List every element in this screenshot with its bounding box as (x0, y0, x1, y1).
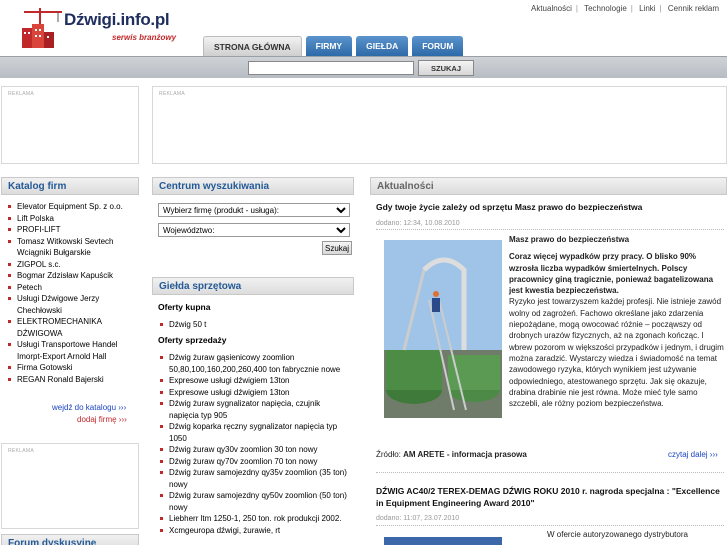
catalog-item[interactable]: REGAN Ronald Bajerski (8, 374, 136, 386)
sell-offers-list: Dźwig żuraw gąsienicowy zoomlion 50,80,1… (160, 352, 352, 536)
search-button[interactable]: SZUKAJ (418, 60, 474, 76)
sell-offer-item[interactable]: Expresowe usługi dźwigiem 13ton (160, 375, 352, 387)
ad-banner-left[interactable]: REKLAMA (1, 86, 139, 164)
news-article-date: dodano: 12:34, 10.08.2010 (376, 220, 460, 227)
catalog-item[interactable]: ELEKTROMECHANIKA DŹWIGOWA (8, 316, 136, 339)
top-link-links[interactable]: Linki (639, 4, 655, 13)
crane-logo-icon (22, 8, 62, 48)
ad-banner-left-2[interactable]: REKLAMA (1, 443, 139, 529)
catalog-item[interactable]: ZIGPOL s.c. (8, 259, 136, 271)
sell-offers-heading: Oferty sprzedaży (158, 335, 227, 345)
sell-offer-item[interactable]: Dźwig żuraw samojezdny qy35v zoomlion (3… (160, 467, 352, 490)
tab-exchange[interactable]: GIEŁDA (356, 36, 409, 56)
news-article-body-2: W ofercie autoryzowanego dystrybutora (547, 530, 688, 539)
catalog-header: Katalog firm (1, 177, 139, 195)
forum-header: Forum dyskusyjne (1, 534, 139, 545)
buy-offers-heading: Oferty kupna (158, 302, 211, 312)
region-select[interactable]: Województwo: (158, 223, 350, 237)
catalog-item[interactable]: PROFI-LIFT (8, 224, 136, 236)
catalog-item[interactable]: Usługi Dźwigowe Jerzy Chechłowski (8, 293, 136, 316)
search-center-header: Centrum wyszukiwania (152, 177, 354, 195)
catalog-item[interactable]: Usługi Transportowe Handel Imorpt-Export… (8, 339, 136, 362)
sell-offer-item[interactable]: Xcmgeuropa dźwigi, żurawie, rt (160, 525, 352, 537)
top-link-news[interactable]: Aktualności (531, 4, 572, 13)
news-article-text: Ryzyko jest towarzyszem każdej profesji.… (509, 297, 724, 409)
news-photo-2[interactable] (384, 537, 502, 545)
read-more-link[interactable]: czytaj dalej ››› (668, 450, 718, 459)
catalog-item[interactable]: Bogmar Zdzisław Kapuścik (8, 270, 136, 282)
ad-label: REKLAMA (159, 91, 185, 97)
news-article-title[interactable]: Gdy twoje życie zależy od sprzętu Masz p… (376, 202, 724, 212)
buy-offer-item[interactable]: Dźwig 50 t (160, 319, 350, 331)
logo-text: Dźwigi.info.pl (64, 10, 170, 29)
divider (376, 525, 724, 526)
ad-label: REKLAMA (8, 91, 34, 97)
news-source-label: Źródło: (376, 450, 404, 459)
site-logo[interactable]: Dźwigi.info.pl serwis branżowy (20, 6, 190, 52)
sell-offer-item[interactable]: Dźwig żuraw qy70v zoomlion 70 ton nowy (160, 456, 352, 468)
top-links: Aktualności | Technologie | Linki | Cennik … (531, 4, 719, 13)
news-article-heading: Masz prawo do bezpieczeństwa (509, 235, 630, 244)
tab-home[interactable]: STRONA GŁÓWNA (203, 36, 302, 56)
catalog-enter-link[interactable]: wejdź do katalogu ››› (52, 403, 126, 412)
catalog-item[interactable]: Tomasz Witkowski Sevtech Wciągniki Bułga… (8, 236, 136, 259)
catalog-item[interactable]: Firma Gotowski (8, 362, 136, 374)
news-source: Źródło: AM ARETE - informacja prasowa (376, 449, 527, 460)
top-link-technology[interactable]: Technologie (584, 4, 627, 13)
catalog-item[interactable]: Lift Polska (8, 213, 136, 225)
search-bar: SZUKAJ (0, 56, 727, 78)
sell-offer-item[interactable]: Dźwig żuraw sygnalizator napięcia, czujn… (160, 398, 352, 421)
news-article-lead: Coraz więcej wypadków przy pracy. O blis… (509, 252, 714, 296)
logo-subtitle: serwis branżowy (112, 33, 177, 42)
news-source-value: AM ARETE - informacja prasowa (403, 450, 527, 459)
news-article-body: Masz prawo do bezpieczeństwa Coraz więce… (509, 234, 724, 409)
company-select[interactable]: Wybierz firmę (produkt - usługa): (158, 203, 350, 217)
news-header: Aktualności (370, 177, 727, 195)
sell-offer-item[interactable]: Dźwig żuraw samojezdny qy50v zoomlion (5… (160, 490, 352, 513)
ad-banner-top[interactable]: REKLAMA (152, 86, 727, 164)
news-photo-ladder[interactable] (384, 240, 502, 418)
search-input[interactable] (248, 61, 414, 75)
main-nav-tabs: STRONA GŁÓWNA FIRMY GIEŁDA FORUM (203, 36, 464, 56)
tab-companies[interactable]: FIRMY (305, 36, 353, 56)
news-article-date: dodano: 11:07, 23.07.2010 (376, 515, 460, 522)
sell-offer-item[interactable]: Expresowe usługi dźwigiem 13ton (160, 387, 352, 399)
news-article-title[interactable]: DŹWIG AC40/2 TEREX-DEMAG DŹWIG ROKU 2010… (376, 486, 724, 509)
divider (376, 229, 724, 230)
tab-forum[interactable]: FORUM (412, 36, 464, 56)
divider (376, 472, 724, 473)
top-link-pricing[interactable]: Cennik reklam (668, 4, 719, 13)
catalog-item[interactable]: Elevator Equipment Sp. z o.o. (8, 201, 136, 213)
sell-offer-item[interactable]: Dźwig żuraw gąsienicowy zoomlion 50,80,1… (160, 352, 352, 375)
exchange-header: Giełda sprzętowa (152, 277, 354, 295)
sell-offer-item[interactable]: Dźwig koparka ręczny sygnalizator napięc… (160, 421, 352, 444)
sell-offer-item[interactable]: Liebherr ltm 1250-1, 250 ton. rok produk… (160, 513, 352, 525)
catalog-item[interactable]: Petech (8, 282, 136, 294)
add-company-link[interactable]: dodaj firmę ››› (77, 415, 127, 424)
sell-offer-item[interactable]: Dźwig żuraw qy30v zoomlion 30 ton nowy (160, 444, 352, 456)
buy-offers-list: Dźwig 50 t (160, 319, 350, 331)
catalog-list: Elevator Equipment Sp. z o.o. Lift Polsk… (8, 201, 136, 385)
search-center-button[interactable]: Szukaj (322, 241, 352, 255)
ad-label: REKLAMA (8, 448, 34, 454)
